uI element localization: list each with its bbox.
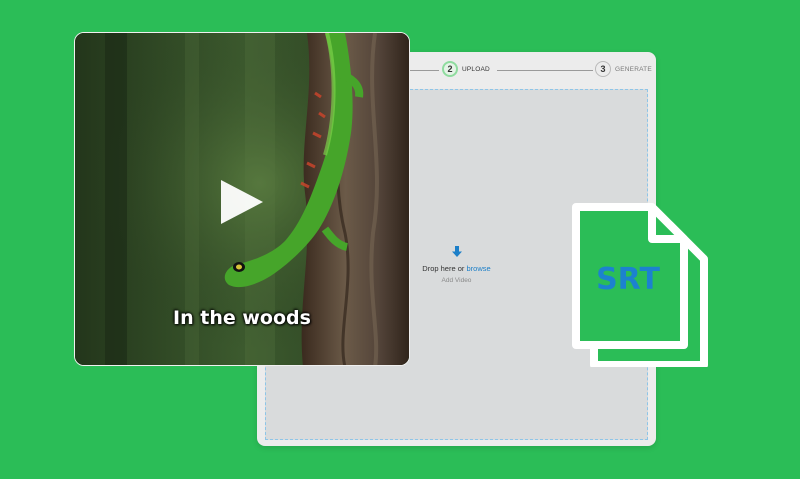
step-2-indicator: 2	[442, 61, 458, 77]
drop-text: Drop here or	[422, 264, 465, 273]
step-connector	[497, 70, 593, 71]
browse-link[interactable]: browse	[467, 264, 491, 273]
step-3-indicator: 3	[595, 61, 611, 77]
video-caption: In the woods	[173, 307, 311, 329]
step-connector	[407, 70, 439, 71]
step-2-label: UPLOAD	[462, 66, 490, 73]
step-3-label: GENERATE	[615, 66, 652, 73]
video-preview[interactable]: In the woods	[74, 32, 410, 366]
play-icon[interactable]	[219, 180, 263, 224]
srt-label: SRT	[596, 262, 660, 297]
